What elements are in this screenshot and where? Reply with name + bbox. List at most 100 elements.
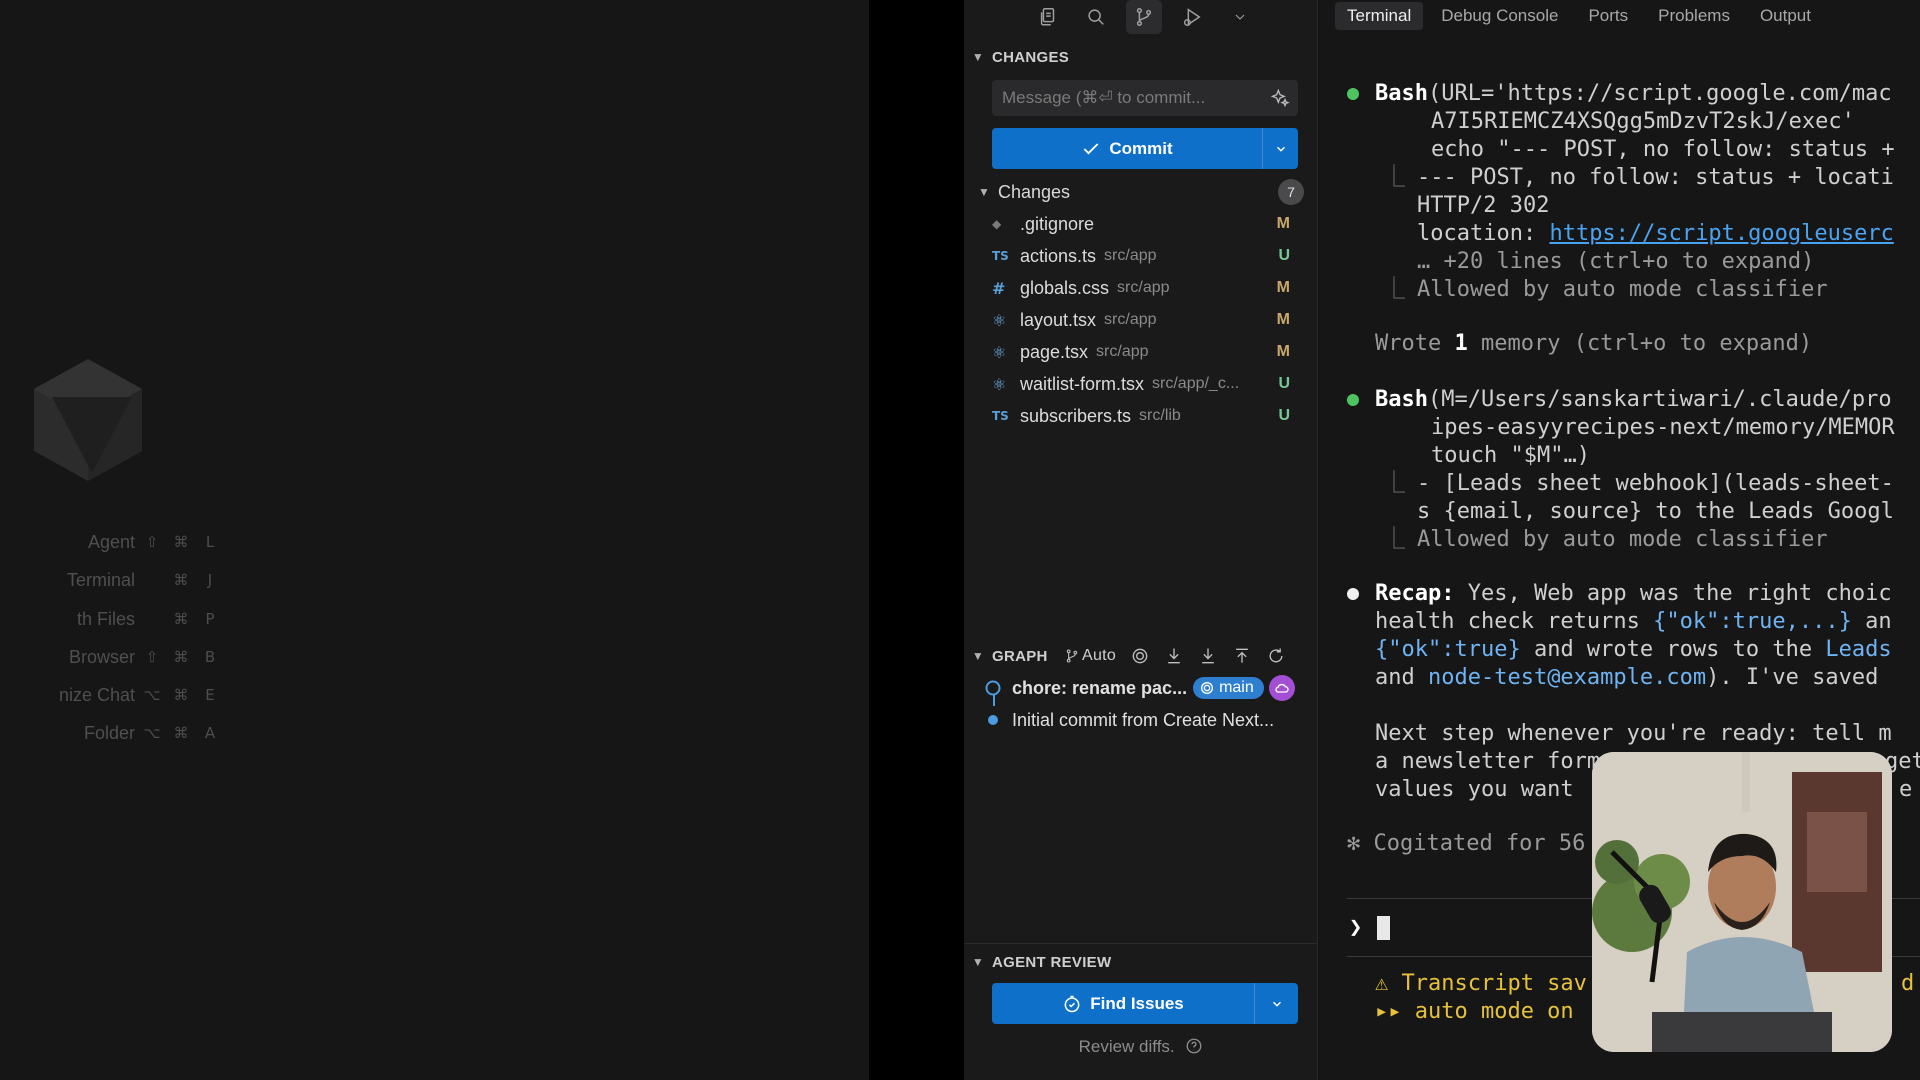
graph-commit-row[interactable]: Initial commit from Create Next... [984, 705, 1304, 735]
changes-section-header[interactable]: ▼ CHANGES [964, 44, 1318, 70]
key-letter: A [204, 724, 216, 742]
terminal-line: A7I5RIEMCZ4XSQgg5mDzvT2skJ/exec' [1431, 109, 1855, 134]
shortcut-chat[interactable]: nize Chat ⌥ ⌘ E [0, 680, 240, 710]
chevron-down-icon: ▼ [971, 649, 985, 663]
terminal-link[interactable]: https://script.googleuserc [1549, 221, 1893, 246]
file-path: src/app [1096, 343, 1149, 360]
pull-icon[interactable] [1198, 646, 1218, 666]
shortcut-search-files[interactable]: th Files ⌘ P [0, 604, 240, 634]
key-cmd: ⌘ [173, 648, 189, 666]
panel-tabs: Terminal Debug Console Ports Problems Ou… [1335, 0, 1823, 32]
branch-badge[interactable]: main [1193, 677, 1264, 699]
react-file-icon: ⚛ [992, 342, 1007, 362]
auto-mode-status: ▸▸ auto mode on [1375, 999, 1574, 1024]
target-icon[interactable] [1130, 646, 1150, 666]
file-row-globals[interactable]: # globals.css src/app M [992, 272, 1304, 304]
terminal-warning: ⚠ Transcript sav [1375, 971, 1587, 996]
shortcut-terminal[interactable]: Terminal ⌘ J [0, 565, 240, 595]
terminal-line: Bash(URL='https://script.google.com/mac [1375, 81, 1892, 106]
auto-label: Auto [1082, 647, 1117, 664]
file-status: M [1276, 343, 1290, 360]
tree-connector: ⎿ [1383, 277, 1406, 302]
tab-problems[interactable]: Problems [1646, 2, 1742, 30]
file-status: M [1276, 279, 1290, 296]
chevron-down-icon [1276, 146, 1285, 152]
help-icon[interactable] [1185, 1037, 1203, 1055]
commit-message-input[interactable]: Message (⌘⏎ to commit... [992, 80, 1298, 116]
explorer-button[interactable] [1030, 0, 1066, 34]
terminal-line: location: https://script.googleuserc [1417, 221, 1894, 246]
commit-options-button[interactable] [1262, 128, 1298, 169]
commit-button-group: Commit [992, 128, 1298, 169]
file-status: U [1278, 247, 1290, 264]
file-path: src/app [1104, 247, 1157, 264]
sparkle-icon[interactable] [1270, 88, 1290, 108]
shortcut-agent[interactable]: Agent ⇧ ⌘ L [0, 527, 240, 557]
terminal-line: a newsletter form [1375, 749, 1601, 774]
key-cmd: ⌘ [173, 571, 189, 589]
search-button[interactable] [1078, 0, 1114, 34]
tab-ports[interactable]: Ports [1576, 2, 1640, 30]
fetch-icon[interactable] [1164, 646, 1184, 666]
file-row-waitlist-form[interactable]: ⚛ waitlist-form.tsx src/app/_c... U [992, 368, 1304, 400]
key-option: ⌥ [143, 724, 161, 742]
info-bullet [1347, 588, 1359, 600]
activity-bar [964, 0, 1318, 34]
file-name: globals.css [1020, 277, 1110, 298]
chevron-down-icon [1272, 1001, 1281, 1007]
shortcut-folder[interactable]: Folder ⌥ ⌘ A [0, 718, 240, 748]
key-letter: P [205, 610, 215, 628]
commit-placeholder: Message (⌘⏎ to commit... [1002, 88, 1206, 107]
terminal-line: Allowed by auto mode classifier [1417, 277, 1828, 302]
graph-commit-row[interactable]: chore: rename pac... main [984, 673, 1304, 703]
auto-branch-toggle[interactable]: Auto [1064, 647, 1116, 665]
css-file-icon: # [992, 278, 1006, 298]
shortcut-browser[interactable]: Browser ⇧ ⌘ B [0, 642, 240, 672]
shortcut-label: th Files [76, 608, 135, 629]
file-path: src/app [1117, 279, 1170, 296]
review-diffs-label: Review diffs. [1078, 1037, 1175, 1056]
react-file-icon: ⚛ [992, 374, 1007, 394]
file-row-gitignore[interactable]: ◆ .gitignore M [992, 208, 1304, 240]
tab-terminal[interactable]: Terminal [1335, 2, 1424, 30]
terminal-line: values you want [1375, 777, 1574, 802]
changes-group-header[interactable]: ▼ Changes 7 [978, 179, 1304, 205]
commit-node-icon [988, 715, 998, 725]
graph-section-header[interactable]: ▼ GRAPH Auto [964, 643, 1318, 669]
file-name: waitlist-form.tsx [1020, 373, 1145, 394]
gitignore-file-icon: ◆ [992, 217, 1002, 231]
file-status: U [1278, 375, 1290, 392]
file-name: subscribers.ts [1020, 405, 1132, 426]
tree-connector: ⎿ [1383, 527, 1406, 552]
terminal-line: s {email, source} to the Leads Googl [1417, 499, 1894, 524]
commit-button[interactable]: Commit [992, 128, 1262, 169]
source-control-button[interactable] [1126, 0, 1162, 34]
key-cmd: ⌘ [173, 533, 189, 551]
tree-connector: ⎿ [1383, 471, 1406, 496]
find-issues-options-button[interactable] [1254, 983, 1298, 1024]
changes-count-badge: 7 [1278, 179, 1304, 205]
timer-check-icon [1064, 995, 1080, 1012]
agent-review-header[interactable]: ▼ AGENT REVIEW [964, 949, 1318, 975]
file-row-layout[interactable]: ⚛ layout.tsx src/app M [992, 304, 1304, 336]
run-debug-button[interactable] [1174, 0, 1210, 34]
chevron-down-icon: ▼ [978, 185, 990, 199]
file-row-subscribers[interactable]: TS subscribers.ts src/lib U [992, 400, 1304, 432]
refresh-icon[interactable] [1266, 646, 1286, 666]
find-issues-button[interactable]: Find Issues [992, 983, 1254, 1024]
search-icon [1088, 9, 1104, 25]
file-row-actions[interactable]: TS actions.ts src/app U [992, 240, 1304, 272]
tab-output[interactable]: Output [1748, 2, 1823, 30]
react-file-icon: ⚛ [992, 310, 1007, 330]
more-views-button[interactable] [1222, 0, 1258, 34]
terminal-line: HTTP/2 302 [1417, 193, 1550, 218]
file-row-page[interactable]: ⚛ page.tsx src/app M [992, 336, 1304, 368]
graph-toolbar: Auto [1064, 646, 1286, 666]
key-cmd: ⌘ [173, 724, 189, 742]
tab-debug-console[interactable]: Debug Console [1429, 2, 1570, 30]
key-cmd: ⌘ [173, 610, 189, 628]
typescript-file-icon: TS [992, 409, 1009, 423]
push-icon[interactable] [1232, 646, 1252, 666]
review-diffs-link[interactable]: Review diffs. [964, 1037, 1318, 1057]
remote-badge[interactable] [1268, 675, 1295, 701]
